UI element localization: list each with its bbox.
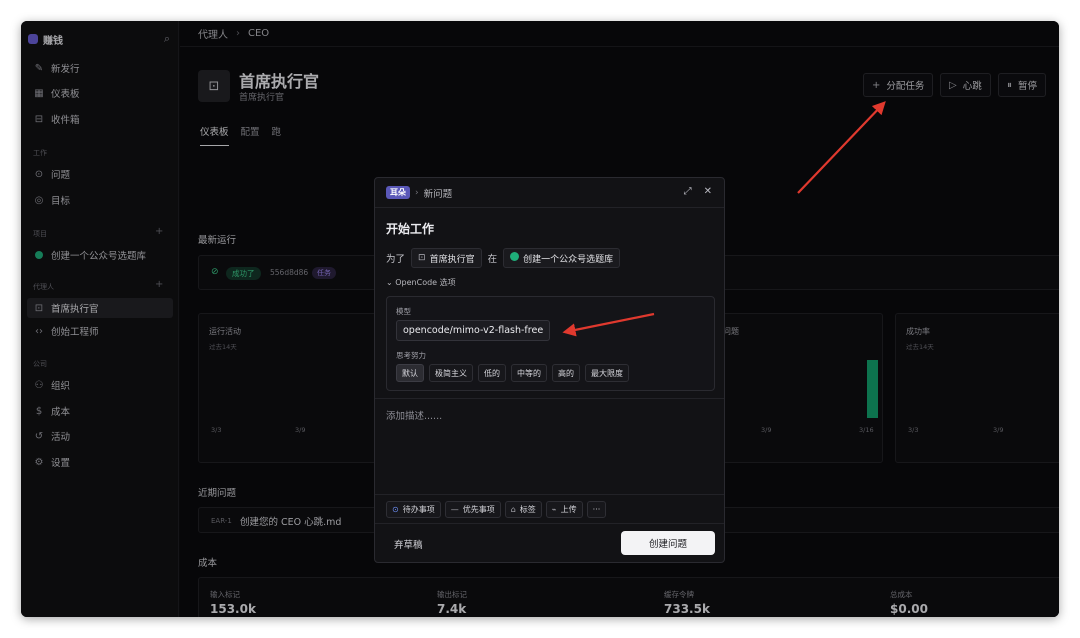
effort-options: 默认 极简主义 低的 中等的 高的 最大限度 <box>396 364 629 382</box>
description-input[interactable]: 添加描述...... <box>386 408 442 422</box>
divider <box>375 494 724 495</box>
upload-label: 上传 <box>560 505 577 514</box>
new-issue-dialog: 耳朵 › 新问题 ⤢ ✕ 开始工作 为了 ⊡ 首席执行官 在 创建一个公众号选题… <box>374 177 725 563</box>
more-button[interactable]: ··· <box>586 501 607 518</box>
effort-option-max[interactable]: 最大限度 <box>585 364 629 382</box>
assignee-picker[interactable]: ⊡ 首席执行官 <box>411 248 482 268</box>
paperclip-icon: ⌁ <box>551 505 557 514</box>
circle-dot-icon: ⊙ <box>392 505 399 514</box>
company-badge: 耳朵 <box>386 186 410 199</box>
effort-option-high[interactable]: 高的 <box>552 364 580 382</box>
issue-toolbar: ⊙ 待办事项 — 优先事项 ⌂ 标签 ⌁ 上传 ··· <box>386 501 607 518</box>
upload-button[interactable]: ⌁ 上传 <box>545 501 583 518</box>
model-select[interactable]: opencode/mimo-v2-flash-free <box>396 320 551 341</box>
effort-label: 思考努力 <box>396 351 426 360</box>
dash-icon: — <box>450 505 459 514</box>
assignee-label: 首席执行官 <box>429 254 475 265</box>
create-issue-button[interactable]: 创建问题 <box>621 531 715 555</box>
issue-title-input[interactable]: 开始工作 <box>386 220 434 237</box>
labels-label: 标签 <box>519 505 536 514</box>
divider <box>375 523 724 524</box>
chevron-right-icon: › <box>415 187 419 198</box>
in-label: 在 <box>487 254 498 265</box>
for-label: 为了 <box>386 254 406 265</box>
options-label: OpenCode 选项 <box>395 278 456 287</box>
dialog-header: 耳朵 › 新问题 ⤢ ✕ <box>375 178 724 208</box>
labels-button[interactable]: ⌂ 标签 <box>504 501 542 518</box>
project-picker[interactable]: 创建一个公众号选题库 <box>503 248 621 268</box>
effort-option-default[interactable]: 默认 <box>396 364 424 382</box>
priority-label: 优先事项 <box>462 505 495 514</box>
priority-button[interactable]: — 优先事项 <box>444 501 501 518</box>
model-label: 模型 <box>396 307 411 316</box>
opencode-options-toggle[interactable]: ⌄ OpenCode 选项 <box>386 277 456 288</box>
close-icon[interactable]: ✕ <box>704 186 712 197</box>
opencode-options-panel: 模型 opencode/mimo-v2-flash-free 思考努力 默认 极… <box>386 296 715 391</box>
green-dot-icon <box>510 252 520 264</box>
bot-icon: ⊡ <box>418 253 426 263</box>
tag-icon: ⌂ <box>510 505 516 514</box>
divider <box>375 398 724 399</box>
discard-draft-button[interactable]: 弃草稿 <box>394 537 423 551</box>
effort-option-low[interactable]: 低的 <box>478 364 506 382</box>
assignment-row: 为了 ⊡ 首席执行官 在 创建一个公众号选题库 <box>386 248 621 268</box>
effort-option-medium[interactable]: 中等的 <box>511 364 547 382</box>
expand-icon[interactable]: ⤢ <box>684 186 692 197</box>
status-button[interactable]: ⊙ 待办事项 <box>386 501 441 518</box>
dialog-breadcrumb: 新问题 <box>423 188 453 200</box>
chevron-down-icon: ⌄ <box>386 278 393 287</box>
effort-option-minimal[interactable]: 极简主义 <box>429 364 473 382</box>
project-label: 创建一个公众号选题库 <box>523 254 614 265</box>
status-label: 待办事项 <box>402 505 435 514</box>
